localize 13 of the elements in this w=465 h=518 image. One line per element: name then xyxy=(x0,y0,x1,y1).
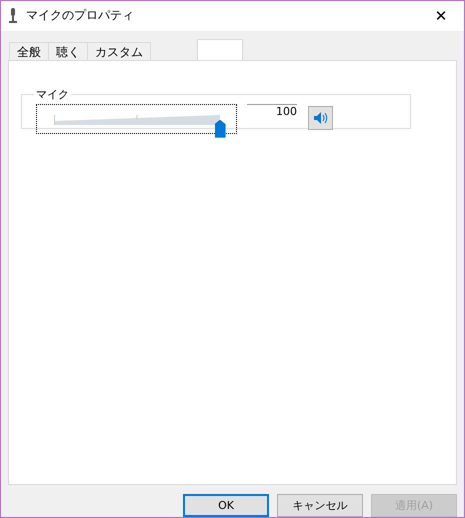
microphone-icon xyxy=(9,8,18,24)
window-title: マイクのプロパティ xyxy=(26,7,134,24)
tab[interactable]: 聴く xyxy=(48,42,88,60)
volume-value: 100 xyxy=(247,104,297,118)
tab[interactable]: 全般 xyxy=(9,42,49,60)
close-button[interactable]: ✕ xyxy=(418,6,464,25)
tab[interactable]: カスタム xyxy=(87,42,151,60)
cancel-button[interactable]: キャンセル xyxy=(277,494,363,517)
slider-thumb[interactable] xyxy=(214,120,226,138)
group-title: マイク xyxy=(35,86,70,102)
ok-button[interactable]: OK xyxy=(183,494,269,517)
speaker-button[interactable] xyxy=(308,106,333,130)
speaker-icon xyxy=(314,112,328,124)
